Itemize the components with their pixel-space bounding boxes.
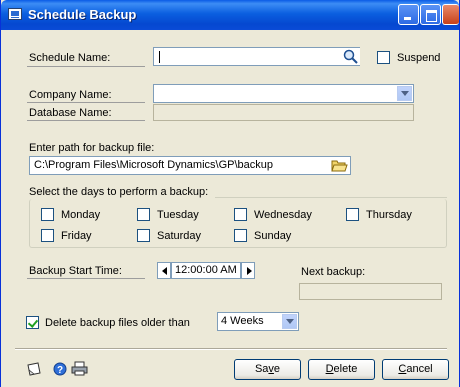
next-backup-field (299, 283, 442, 300)
next-backup-label: Next backup: (301, 266, 366, 278)
delete-old-checkbox[interactable] (26, 316, 39, 329)
backup-path-value: C:\Program Files\Microsoft Dynamics\GP\b… (34, 159, 274, 171)
window-title: Schedule Backup (28, 7, 137, 22)
tuesday-checkbox[interactable] (137, 208, 150, 221)
thursday-label: Thursday (366, 209, 412, 221)
backup-path-input[interactable]: C:\Program Files\Microsoft Dynamics\GP\b… (29, 156, 351, 175)
maximize-button[interactable] (420, 4, 441, 25)
arrow-right-icon (247, 267, 252, 275)
start-time-input[interactable]: 12:00:00 AM (171, 262, 241, 279)
days-group-label: Select the days to perform a backup: (29, 186, 209, 198)
chevron-down-icon[interactable] (282, 314, 297, 329)
company-name-select[interactable] (153, 84, 414, 103)
database-name-field (153, 104, 414, 121)
window-app-icon (8, 8, 22, 20)
schedule-name-input[interactable] (153, 47, 360, 66)
title-bar[interactable]: Schedule Backup (1, 0, 459, 30)
lookup-icon[interactable] (342, 48, 360, 65)
sunday-label: Sunday (254, 230, 292, 242)
schedule-backup-window: Schedule Backup Schedule Name: Suspend C… (0, 0, 460, 387)
days-group-topline (215, 197, 447, 198)
delete-label-b: elete (333, 363, 358, 375)
start-time-label: Backup Start Time: (29, 265, 122, 277)
save-button[interactable]: Save (234, 359, 301, 380)
start-time-value: 12:00:00 AM (175, 264, 237, 276)
suspend-checkbox[interactable] (377, 51, 390, 64)
minimize-button[interactable] (398, 4, 419, 25)
retention-value: 4 Weeks (221, 315, 264, 327)
note-icon[interactable] (26, 362, 42, 376)
close-button[interactable] (442, 4, 459, 25)
monday-checkbox[interactable] (41, 208, 54, 221)
wednesday-label: Wednesday (254, 209, 312, 221)
backup-path-label: Enter path for backup file: (29, 142, 155, 154)
time-increment-button[interactable] (241, 262, 255, 279)
saturday-label: Saturday (157, 230, 202, 242)
start-time-underline (27, 278, 145, 279)
company-name-label: Company Name: (29, 89, 112, 101)
friday-checkbox[interactable] (41, 229, 54, 242)
arrow-left-icon (162, 267, 167, 275)
database-name-underline (27, 120, 145, 121)
delete-label-ak: D (325, 363, 334, 375)
schedule-name-underline (27, 66, 145, 67)
cancel-button[interactable]: Cancel (382, 359, 449, 380)
folder-icon[interactable] (329, 157, 349, 174)
company-name-underline (27, 102, 145, 103)
text-caret (159, 51, 160, 63)
suspend-label: Suspend (397, 52, 441, 64)
time-decrement-button[interactable] (157, 262, 171, 279)
footer-separator (15, 348, 447, 350)
monday-label: Monday (61, 209, 101, 221)
delete-button[interactable]: Delete (308, 359, 375, 380)
wednesday-checkbox[interactable] (234, 208, 247, 221)
print-icon[interactable] (71, 361, 88, 376)
save-label-b: e (273, 363, 281, 375)
tuesday-label: Tuesday (157, 209, 199, 221)
help-icon[interactable]: ? (53, 362, 67, 376)
svg-text:?: ? (57, 365, 63, 376)
saturday-checkbox[interactable] (137, 229, 150, 242)
retention-select[interactable]: 4 Weeks (217, 312, 299, 331)
friday-label: Friday (61, 230, 92, 242)
sunday-checkbox[interactable] (234, 229, 247, 242)
cancel-label-b: ancel (406, 363, 433, 375)
database-name-label: Database Name: (29, 107, 112, 119)
schedule-name-label: Schedule Name: (29, 52, 111, 64)
save-label-a: Sa (254, 363, 269, 375)
delete-old-label: Delete backup files older than (45, 317, 190, 329)
thursday-checkbox[interactable] (346, 208, 359, 221)
chevron-down-icon[interactable] (397, 86, 412, 101)
